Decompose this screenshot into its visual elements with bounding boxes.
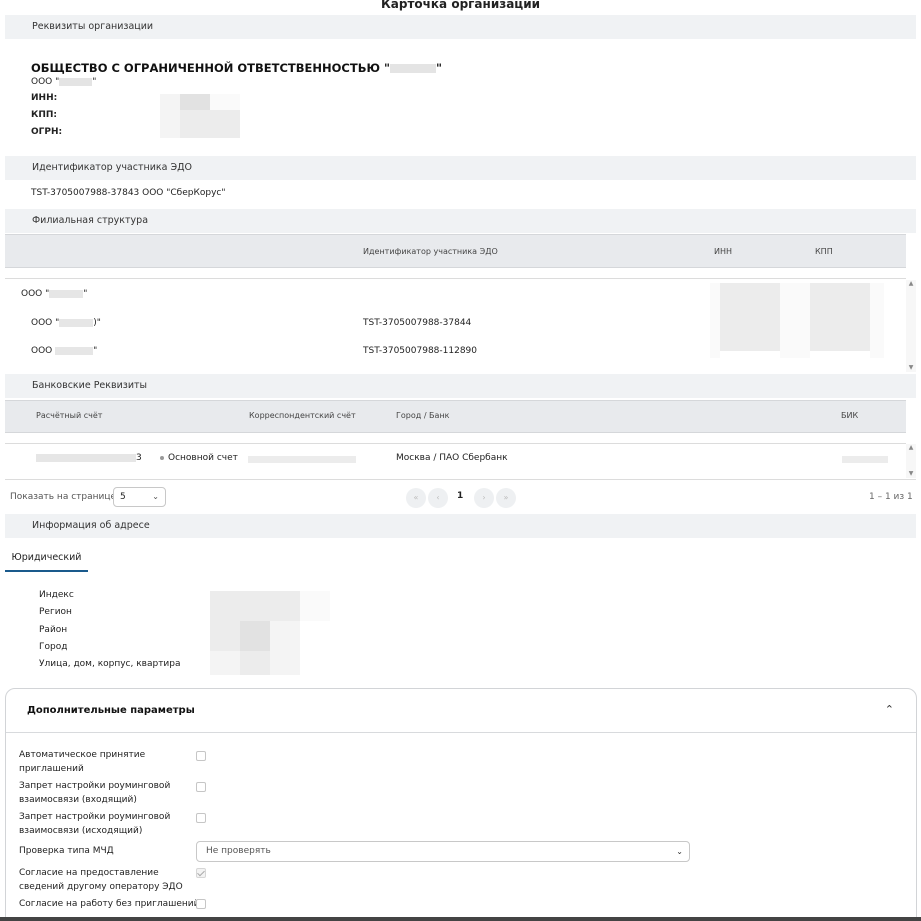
option-no-invite-checkbox[interactable] bbox=[196, 899, 206, 909]
redacted-value bbox=[270, 651, 300, 675]
bottom-bar bbox=[0, 917, 921, 921]
inn-label: ИНН: bbox=[31, 93, 58, 103]
scroll-down-icon[interactable]: ▼ bbox=[906, 470, 916, 478]
option-auto-accept-checkbox[interactable] bbox=[196, 751, 206, 761]
status-dot-icon bbox=[160, 455, 164, 460]
option-roaming-out-checkbox[interactable] bbox=[196, 813, 206, 823]
option-consent-share-checkbox[interactable] bbox=[196, 868, 206, 878]
redacted-value bbox=[180, 94, 210, 110]
col-account: Расчётный счёт bbox=[36, 411, 103, 420]
extra-params-header[interactable]: Дополнительные параметры ⌃ bbox=[6, 689, 916, 733]
col-bik: БИК bbox=[841, 411, 859, 420]
redacted-value bbox=[870, 283, 884, 358]
col-edo-id: Идентификатор участника ЭДО bbox=[363, 247, 498, 256]
chevron-up-icon[interactable]: ⌃ bbox=[885, 703, 894, 716]
bank-city: Москва / ПАО Сбербанк bbox=[396, 453, 508, 463]
branch-edo-id: TST-3705007988-37844 bbox=[363, 318, 472, 328]
redacted-value bbox=[710, 283, 720, 358]
pager-range: 1 – 1 из 1 bbox=[869, 492, 913, 502]
option-no-invite-label: Согласие на работу без приглашений bbox=[19, 899, 200, 909]
next-page-button[interactable]: › bbox=[474, 488, 494, 508]
address-field-label: Район bbox=[39, 625, 68, 635]
section-bank-header: Банковские Реквизиты bbox=[5, 374, 916, 398]
extra-params-title: Дополнительные параметры bbox=[27, 705, 195, 716]
col-corr-account: Корреспондентский счёт bbox=[249, 411, 356, 420]
mchd-check-label: Проверка типа МЧД bbox=[19, 846, 114, 856]
address-field-label: Индекс bbox=[39, 590, 74, 600]
table-divider bbox=[5, 443, 906, 444]
address-field-label: Город bbox=[39, 642, 68, 652]
last-page-button[interactable]: » bbox=[496, 488, 516, 508]
chevron-down-icon: ⌄ bbox=[676, 847, 683, 856]
option-roaming-out-label: Запрет настройки роуминговой взаимосвязи… bbox=[19, 812, 171, 836]
redacted-value bbox=[810, 283, 870, 351]
first-page-button[interactable]: « bbox=[406, 488, 426, 508]
per-page-select[interactable]: 5 ⌄ bbox=[113, 487, 166, 507]
org-short-name: ООО " " bbox=[31, 77, 97, 87]
redacted-value bbox=[210, 621, 240, 651]
scroll-up-icon[interactable]: ▲ bbox=[906, 444, 916, 452]
scroll-up-icon[interactable]: ▲ bbox=[906, 280, 916, 288]
chevron-down-icon: ⌄ bbox=[152, 492, 159, 501]
kpp-label: КПП: bbox=[31, 110, 58, 120]
table-row[interactable]: ООО " " bbox=[21, 289, 87, 299]
table-divider bbox=[5, 479, 916, 480]
branch-edo-id: TST-3705007988-112890 bbox=[363, 346, 477, 356]
table-row[interactable]: ООО " bbox=[31, 346, 97, 356]
table-row[interactable]: ООО ")" bbox=[31, 318, 101, 328]
table-divider bbox=[5, 278, 906, 279]
col-kpp: КПП bbox=[815, 247, 833, 256]
table-row[interactable]: 3 bbox=[36, 453, 142, 463]
org-full-name: ОБЩЕСТВО С ОГРАНИЧЕННОЙ ОТВЕТСТВЕННОСТЬЮ… bbox=[31, 61, 442, 75]
main-account-badge: Основной счет bbox=[160, 453, 238, 463]
section-requisites-header: Реквизиты организации bbox=[5, 15, 916, 39]
redacted-value bbox=[160, 110, 180, 138]
section-address-header: Информация об адресе bbox=[5, 514, 916, 538]
redacted-value bbox=[720, 283, 780, 351]
redacted-value bbox=[240, 621, 270, 651]
mchd-check-select[interactable]: Не проверять ⌄ bbox=[196, 841, 690, 862]
col-city-bank: Город / Банк bbox=[396, 411, 450, 420]
option-consent-share-label: Согласие на предоставление сведений друг… bbox=[19, 868, 183, 892]
section-branches-header: Филиальная структура bbox=[5, 209, 916, 233]
redacted-value bbox=[780, 283, 810, 358]
scroll-down-icon[interactable]: ▼ bbox=[906, 364, 916, 372]
branches-scrollbar[interactable] bbox=[906, 280, 916, 372]
redacted-value bbox=[180, 110, 240, 138]
section-edo-header: Идентификатор участника ЭДО bbox=[5, 156, 916, 180]
tab-legal-address[interactable]: Юридический bbox=[5, 548, 88, 572]
ogrn-label: ОГРН: bbox=[31, 127, 63, 137]
redacted-value bbox=[210, 591, 300, 621]
option-auto-accept-label: Автоматическое принятие приглашений bbox=[19, 750, 146, 774]
redacted-value bbox=[842, 456, 888, 463]
option-roaming-in-checkbox[interactable] bbox=[196, 782, 206, 792]
address-field-label: Регион bbox=[39, 607, 72, 617]
per-page-label: Показать на странице: bbox=[10, 492, 120, 502]
current-page[interactable]: 1 bbox=[457, 491, 463, 501]
redacted-value bbox=[210, 94, 240, 110]
option-roaming-in-label: Запрет настройки роуминговой взаимосвязи… bbox=[19, 781, 171, 805]
bank-table-header: Расчётный счёт Корреспондентский счёт Го… bbox=[5, 400, 906, 433]
redacted-value bbox=[300, 591, 330, 621]
prev-page-button[interactable]: ‹ bbox=[428, 488, 448, 508]
redacted-value bbox=[240, 651, 270, 675]
redacted-value bbox=[160, 94, 180, 110]
col-inn: ИНН bbox=[714, 247, 733, 256]
address-field-label: Улица, дом, корпус, квартира bbox=[39, 659, 181, 669]
branches-table-header: Идентификатор участника ЭДО ИНН КПП bbox=[5, 234, 906, 268]
redacted-value bbox=[248, 456, 356, 463]
edo-id-value: TST-3705007988-37843 ООО "СберКорус" bbox=[31, 188, 226, 198]
redacted-value bbox=[270, 621, 300, 651]
page-title: Карточка организации bbox=[380, 0, 541, 11]
redacted-value bbox=[210, 651, 240, 675]
